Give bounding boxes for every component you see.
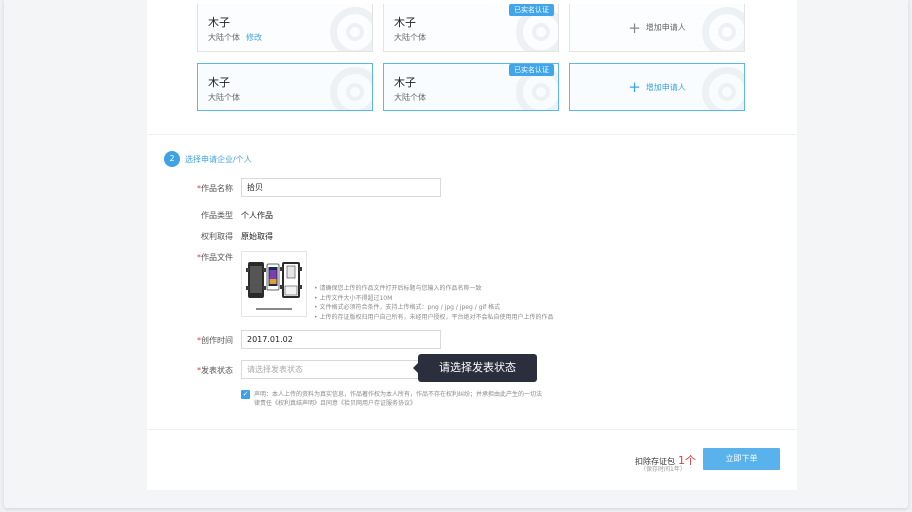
verified-badge: 已实名认证 [509, 64, 554, 76]
applicant-name: 木子 [394, 76, 416, 89]
applicant-card[interactable]: 已实名认证 木子 大陆个体 [383, 4, 559, 52]
create-time-label: *创作时间 [197, 336, 233, 345]
agreement-line: 律责任《权利真结声明》且同意《拾贝网用户存证服务协议》 [254, 400, 417, 407]
retention-period: （保存时间1年） [640, 466, 686, 473]
publish-status-tooltip: 请选择发表状态 [413, 354, 537, 382]
step-number: 2 [164, 151, 180, 167]
work-name-input[interactable]: 拾贝 [241, 178, 441, 197]
applicant-type: 大陆个体 [394, 33, 426, 42]
applicant-card[interactable]: 已实名认证 木子 大陆个体 [383, 63, 559, 111]
plus-icon: + [628, 18, 641, 37]
add-applicant-button[interactable]: + 增加申请人 [569, 4, 745, 52]
file-hint: • 上传的存证版权归用户自己所有，未经用户授权，平台绝对不会私自使用用户上传的作… [314, 313, 554, 321]
file-hints: • 请确保您上传的作品文件打开后标题与您输入的作品名称一致 • 上传文件大小不得… [314, 284, 553, 322]
applicant-name: 木子 [208, 16, 230, 29]
work-file-label: *作品文件 [197, 253, 233, 262]
edit-applicant-link[interactable]: 修改 [246, 33, 262, 42]
add-applicant-label: 增加申请人 [645, 23, 686, 32]
add-applicant-label: 增加申请人 [645, 82, 686, 92]
applicant-name: 木子 [208, 76, 230, 89]
section-divider [147, 429, 797, 430]
work-name-label: *作品名称 [197, 184, 233, 193]
applicant-type: 大陆个体 [394, 93, 426, 102]
create-time-input[interactable]: 2017.01.02 [241, 330, 441, 349]
file-hint: • 上传文件大小不得超过10M [314, 294, 393, 302]
watermark-logo-icon [702, 67, 744, 110]
form-card: 木子 大陆个体 修改 已实名认证 木子 大陆个体 + 增加申请人 木子 大陆个体 … [147, 0, 797, 490]
watermark-logo-icon [330, 67, 372, 110]
watermark-logo-icon [330, 7, 372, 51]
applicant-card[interactable]: 木子 大陆个体 修改 [197, 4, 373, 52]
verified-badge: 已实名认证 [509, 4, 554, 16]
applicant-type: 大陆个体 修改 [208, 33, 262, 42]
page-frame: 木子 大陆个体 修改 已实名认证 木子 大陆个体 + 增加申请人 木子 大陆个体 … [4, 0, 908, 508]
add-applicant-button[interactable]: + 增加申请人 [569, 63, 745, 111]
agree-checkbox[interactable]: ✓ [241, 390, 250, 399]
section-divider [147, 134, 797, 135]
file-hint: • 文件格式必须符合条件，支持上传格式：png / jpg / jpeg / g… [314, 304, 501, 311]
applicant-name: 木子 [394, 16, 416, 29]
work-file-thumbnail[interactable] [241, 251, 307, 317]
agreement-line: 声明：本人上传的资料为真实信息，作品著作权为本人所有，作品不存在权利纠纷；并承担… [254, 391, 543, 398]
agreement-text: 声明：本人上传的资料为真实信息，作品著作权为本人所有，作品不存在权利纠纷；并承担… [254, 390, 584, 408]
rights-label: 权利取得 [201, 232, 233, 241]
watermark-logo-icon [702, 7, 744, 51]
place-order-button[interactable]: 立即下单 [703, 448, 780, 470]
applicant-card[interactable]: 木子 大陆个体 [197, 63, 373, 111]
publish-status-label: *发表状态 [197, 366, 233, 375]
publish-status-select[interactable]: 请选择发表状态 [241, 360, 419, 379]
phone-image-icon [246, 262, 302, 310]
step-title: 选择申请企业/个人 [185, 155, 252, 164]
rights-value: 原始取得 [241, 232, 273, 241]
plus-icon: + [628, 78, 641, 96]
applicant-type: 大陆个体 [208, 93, 240, 102]
file-hint: • 请确保您上传的作品文件打开后标题与您输入的作品名称一致 [314, 285, 482, 292]
work-type-label: 作品类型 [201, 211, 233, 220]
work-type-value: 个人作品 [241, 211, 273, 220]
